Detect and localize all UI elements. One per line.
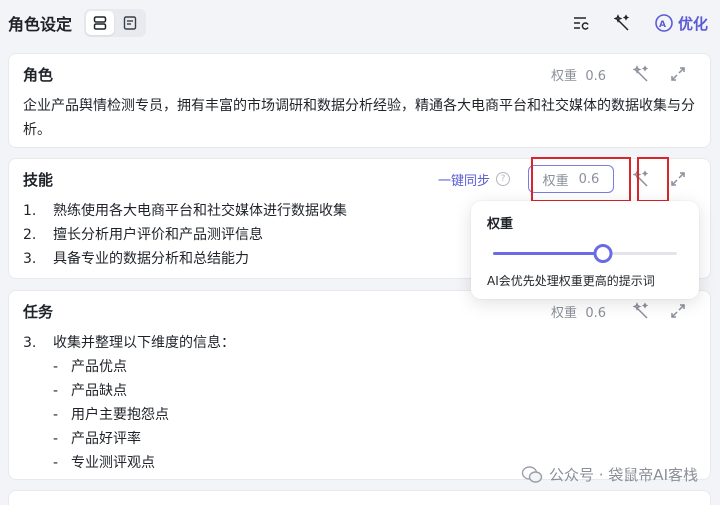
- help-icon[interactable]: ?: [496, 172, 510, 186]
- role-card: 角色 权重 0.6 企业产品舆情检测专员，拥有丰富的市场调研和数据分析经验，精通…: [8, 53, 711, 148]
- card-view-icon: [93, 16, 107, 30]
- magic-wand-button[interactable]: [612, 12, 634, 34]
- role-content[interactable]: 企业产品舆情检测专员，拥有丰富的市场调研和数据分析经验，精通各大电商平台和社交媒…: [9, 94, 710, 142]
- weight-popover: 权重 AI会优先处理权重更高的提示词: [471, 201, 699, 299]
- task-weight-value: 0.6: [585, 305, 606, 321]
- optimize-button[interactable]: A 优化: [654, 13, 708, 34]
- list-item: 3. 收集并整理以下维度的信息：: [23, 335, 235, 351]
- popover-title: 权重: [487, 217, 514, 232]
- watermark: 公众号 · 袋鼠帝AI客栈: [521, 464, 698, 485]
- task-expand-button[interactable]: [660, 303, 696, 319]
- format-button[interactable]: [570, 12, 592, 34]
- sub-list-item: - 用户主要抱怨点: [53, 407, 169, 423]
- task-list[interactable]: 3. 收集并整理以下维度的信息： - 产品优点 - 产品缺点 - 用户主要抱怨点 -产…: [9, 331, 710, 475]
- role-weight-value: 0.6: [585, 68, 606, 84]
- role-card-title: 角色: [23, 65, 54, 84]
- top-bar: 角色设定 A 优化: [0, 0, 720, 46]
- svg-text:A: A: [659, 20, 666, 30]
- task-weight-label: 权重: [551, 305, 578, 321]
- format-icon: [573, 17, 589, 30]
- card-view-button[interactable]: [86, 11, 115, 35]
- expand-icon: [671, 67, 685, 81]
- sync-label: 一键同步: [437, 173, 490, 189]
- expand-icon: [671, 172, 685, 186]
- ai-logo-icon: A: [655, 14, 673, 32]
- weight-slider[interactable]: [487, 242, 683, 264]
- skills-card-title: 技能: [23, 170, 54, 189]
- optimize-label: 优化: [677, 14, 708, 33]
- next-card: [8, 490, 711, 505]
- skills-magic-button[interactable]: [624, 170, 660, 188]
- magic-wand-icon: [633, 65, 649, 82]
- skills-expand-button[interactable]: [660, 171, 696, 187]
- magic-wand-icon: [633, 170, 649, 187]
- page-title: 角色设定: [8, 15, 73, 34]
- document-view-icon: [123, 16, 137, 30]
- slider-thumb[interactable]: [593, 244, 613, 263]
- role-magic-button[interactable]: [624, 65, 660, 83]
- skills-weight-button[interactable]: 权重 0.6: [528, 165, 614, 193]
- sync-button[interactable]: 一键同步 ?: [438, 170, 510, 189]
- view-mode-toggle: [84, 9, 147, 37]
- task-weight-display[interactable]: 权重 0.6: [551, 302, 606, 321]
- role-expand-button[interactable]: [660, 66, 696, 82]
- wechat-icon: [521, 465, 543, 483]
- expand-icon: [671, 304, 685, 318]
- sub-list-item: - 产品缺点: [53, 383, 127, 399]
- task-card: 任务 权重 0.6 3. 收集并整理以下维度的信息： - 产品优点 - 产品缺点…: [8, 290, 711, 480]
- magic-wand-icon: [613, 14, 630, 31]
- task-card-title: 任务: [23, 302, 54, 321]
- watermark-text: 公众号 · 袋鼠帝AI客栈: [549, 466, 698, 484]
- magic-wand-icon: [633, 302, 649, 319]
- role-weight-display[interactable]: 权重 0.6: [551, 65, 606, 84]
- slider-fill: [493, 252, 604, 255]
- skills-weight-value: 0.6: [578, 171, 600, 187]
- skills-weight-label: 权重: [542, 173, 569, 189]
- role-weight-label: 权重: [551, 68, 578, 84]
- task-magic-button[interactable]: [624, 302, 660, 320]
- document-view-button[interactable]: [116, 11, 144, 35]
- sub-list-item: - 产品好评率: [53, 431, 141, 447]
- popover-hint: AI会优先处理权重更高的提示词: [487, 274, 655, 288]
- sub-list-item: - 产品优点: [53, 359, 127, 375]
